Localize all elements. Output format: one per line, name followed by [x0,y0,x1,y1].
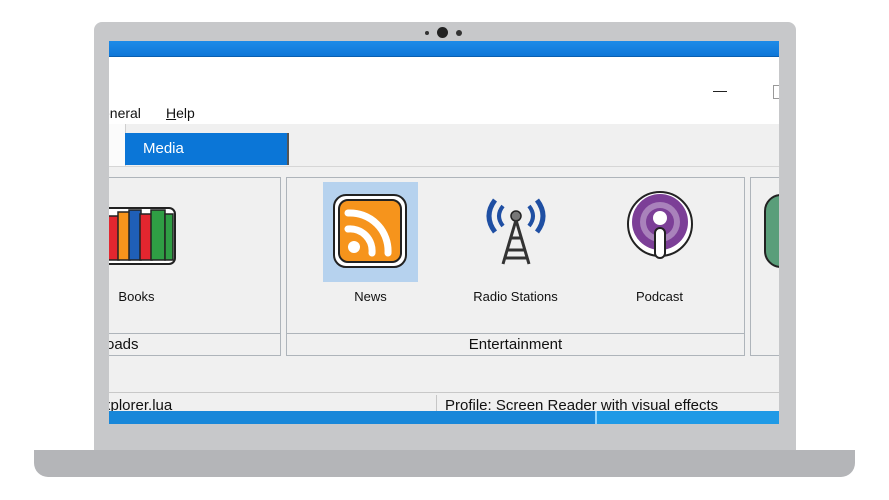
tile-radio-stations-label: Radio Stations [473,289,558,304]
camera-lens [437,27,448,38]
tab-media[interactable]: Media [125,133,289,165]
taskbar [109,411,779,424]
group-downloads: Books oads [109,177,281,356]
partial-app-icon [764,194,779,268]
podcast-icon [627,191,693,259]
taskbar-left [109,411,595,424]
taskbar-divider [595,411,597,424]
tile-podcast-label: Podcast [636,289,683,304]
group-clipped [750,177,779,356]
tile-news-label: News [354,289,387,304]
window-caption-area [109,57,779,104]
camera-dot-right [456,30,462,36]
menu-help-mnemonic: H [166,105,177,121]
maximize-button[interactable] [773,85,779,99]
window-title-bar [109,41,779,57]
app-window: eneral Help Media Books oads [109,41,779,424]
tab-previous[interactable] [109,124,126,166]
tab-strip: Media [109,124,779,166]
rss-news-icon [333,194,407,268]
tile-books-label: Books [118,289,155,304]
camera-dot-small [425,31,429,35]
menu-help[interactable]: Help [166,105,195,121]
minimize-button[interactable] [712,77,728,92]
tile-books[interactable]: Books [109,178,190,313]
menu-general[interactable]: eneral [109,105,141,121]
books-icon [109,207,176,265]
tab-content: Books oads News Radio Stations Podcast E… [109,166,779,379]
tile-news[interactable]: News [287,178,418,313]
group-label-entertainment: Entertainment [287,333,744,355]
laptop-base [34,450,855,477]
radio-tower-icon [486,198,546,265]
group-entertainment: News Radio Stations Podcast Entertainmen… [286,177,745,356]
group-label-downloads: oads [109,333,280,355]
tile-radio-stations[interactable]: Radio Stations [468,178,563,313]
menu-bar: eneral Help [109,104,779,124]
tile-podcast[interactable]: Podcast [612,178,707,313]
menu-help-rest: elp [176,105,195,121]
